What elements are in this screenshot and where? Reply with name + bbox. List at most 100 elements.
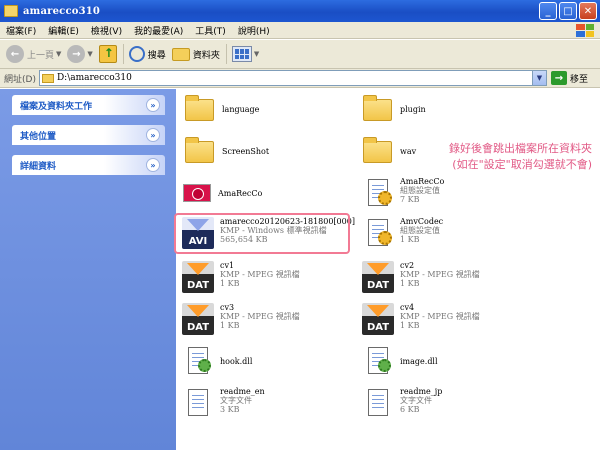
file-type: 文字文件 <box>220 396 252 405</box>
folders-label: 資料夾 <box>192 50 220 61</box>
file-type: 文字文件 <box>400 396 432 405</box>
text-doc-icon <box>362 387 394 419</box>
toolbar: ← 上一頁 ▼ → ▼ 搜尋 資料夾 ▼ <box>0 40 600 69</box>
dat-icon: DAT <box>362 303 394 335</box>
views-button[interactable]: ▼ <box>231 43 260 65</box>
file-size: 1 KB <box>400 279 420 288</box>
file-item[interactable]: ScreenShot <box>184 135 269 167</box>
file-item[interactable]: AmvCodec 組態設定值 1 KB <box>362 217 443 249</box>
dll-icon <box>362 345 394 377</box>
file-item[interactable]: DAT cv4 KMP - MPEG 視訊檔 1 KB <box>362 303 480 335</box>
forward-button[interactable]: → ▼ <box>67 43 93 65</box>
file-name: AmaRecCo <box>400 177 445 186</box>
menu-tools[interactable]: 工具(T) <box>189 24 232 37</box>
back-arrow-icon: ← <box>6 45 24 63</box>
dat-icon: DAT <box>182 303 214 335</box>
address-input[interactable]: D:\amarecco310 ▼ <box>38 70 547 86</box>
chevron-down-icon: ▼ <box>253 50 260 58</box>
folders-button[interactable]: 資料夾 <box>171 43 220 65</box>
file-name: readme_en <box>220 387 265 396</box>
file-item[interactable]: language <box>184 93 259 125</box>
app-icon <box>180 177 212 209</box>
maximize-button[interactable]: □ <box>559 2 577 20</box>
menu-help[interactable]: 說明(H) <box>232 24 276 37</box>
file-size: 3 KB <box>220 405 240 414</box>
file-size: 1 KB <box>220 279 240 288</box>
annotation-line-2: (如在"設定"取消勾選就不會) <box>452 158 592 171</box>
chevron-down-icon[interactable]: » <box>146 98 160 112</box>
file-name: plugin <box>400 105 426 114</box>
menu-file[interactable]: 檔案(F) <box>0 24 42 37</box>
dll-icon <box>182 345 214 377</box>
windows-logo-icon <box>576 24 594 37</box>
file-item[interactable]: DAT cv3 KMP - MPEG 視訊檔 1 KB <box>182 303 300 335</box>
file-item[interactable]: AmaRecCo 組態設定值 7 KB <box>362 177 444 209</box>
chevron-down-icon[interactable]: » <box>146 128 160 142</box>
chevron-down-icon[interactable]: » <box>146 158 160 172</box>
file-name: cv3 <box>220 303 235 312</box>
dat-tag: DAT <box>186 280 210 291</box>
config-icon <box>362 177 394 209</box>
menu-view[interactable]: 檢視(V) <box>85 24 128 37</box>
file-size: 7 KB <box>400 195 420 204</box>
file-name: cv1 <box>220 261 235 270</box>
folder-icon <box>362 93 394 125</box>
task-other-places[interactable]: 其他位置 » <box>12 125 165 145</box>
search-button[interactable]: 搜尋 <box>128 43 166 65</box>
file-item[interactable]: plugin <box>362 93 426 125</box>
file-type: KMP - MPEG 視訊檔 <box>400 312 480 321</box>
file-item[interactable]: readme_jp 文字文件 6 KB <box>362 387 442 419</box>
close-button[interactable]: ✕ <box>579 2 597 20</box>
file-size: 1 KB <box>400 235 420 244</box>
file-name: hook.dll <box>220 357 253 366</box>
file-name: AmvCodec <box>400 217 444 226</box>
file-name: image.dll <box>400 357 438 366</box>
up-button[interactable] <box>98 43 117 65</box>
dat-tag: DAT <box>366 280 390 291</box>
file-type: KMP - MPEG 視訊檔 <box>220 270 300 279</box>
menu-edit[interactable]: 編輯(E) <box>42 24 85 37</box>
menu-favorites[interactable]: 我的最愛(A) <box>128 24 189 37</box>
config-icon <box>362 217 394 249</box>
file-item[interactable]: readme_en 文字文件 3 KB <box>182 387 265 419</box>
text-doc-icon <box>182 387 214 419</box>
dat-tag: DAT <box>186 322 210 333</box>
menu-bar: 檔案(F) 編輯(E) 檢視(V) 我的最愛(A) 工具(T) 說明(H) <box>0 22 600 39</box>
file-item[interactable]: DAT cv1 KMP - MPEG 視訊檔 1 KB <box>182 261 300 293</box>
back-label: 上一頁 <box>27 50 55 61</box>
file-type: KMP - MPEG 視訊檔 <box>400 270 480 279</box>
window-controls: _ □ ✕ <box>539 2 597 20</box>
folder-icon <box>184 135 216 167</box>
go-arrow-icon: → <box>550 71 567 85</box>
annotation: 錄好後會跳出檔案所在資料夾 (如在"設定"取消勾選就不會) <box>449 141 592 173</box>
back-button[interactable]: ← 上一頁 ▼ <box>6 43 61 65</box>
file-name: language <box>222 105 260 114</box>
file-item[interactable]: image.dll <box>362 345 438 377</box>
file-item[interactable]: hook.dll <box>182 345 252 377</box>
task-details[interactable]: 詳細資料 » <box>12 155 165 175</box>
folder-icon <box>362 135 394 167</box>
title-bar: amarecco310 _ □ ✕ <box>0 0 600 22</box>
file-item[interactable]: AmaRecCo <box>180 177 262 209</box>
go-button[interactable]: → 移至 <box>550 71 588 85</box>
folder-icon <box>4 5 18 17</box>
dat-icon: DAT <box>362 261 394 293</box>
file-item[interactable]: wav <box>362 135 416 167</box>
address-dropdown-button[interactable]: ▼ <box>531 71 546 85</box>
folder-icon <box>184 93 216 125</box>
task-file-folder-tasks[interactable]: 檔案及資料夾工作 » <box>12 95 165 115</box>
search-icon <box>128 46 145 62</box>
file-type: 組態設定值 <box>400 186 440 195</box>
task-label: 檔案及資料夾工作 <box>20 101 93 112</box>
file-name: readme_jp <box>400 387 443 396</box>
file-name: wav <box>400 147 417 156</box>
forward-arrow-icon: → <box>67 45 86 63</box>
chevron-down-icon: ▼ <box>87 50 93 58</box>
task-label: 詳細資料 <box>20 161 57 172</box>
file-size: 1 KB <box>400 321 420 330</box>
toolbar-divider <box>122 44 124 64</box>
minimize-button[interactable]: _ <box>539 2 557 20</box>
chevron-down-icon: ▼ <box>56 50 62 58</box>
file-item[interactable]: DAT cv2 KMP - MPEG 視訊檔 1 KB <box>362 261 480 293</box>
folders-icon <box>171 47 190 61</box>
